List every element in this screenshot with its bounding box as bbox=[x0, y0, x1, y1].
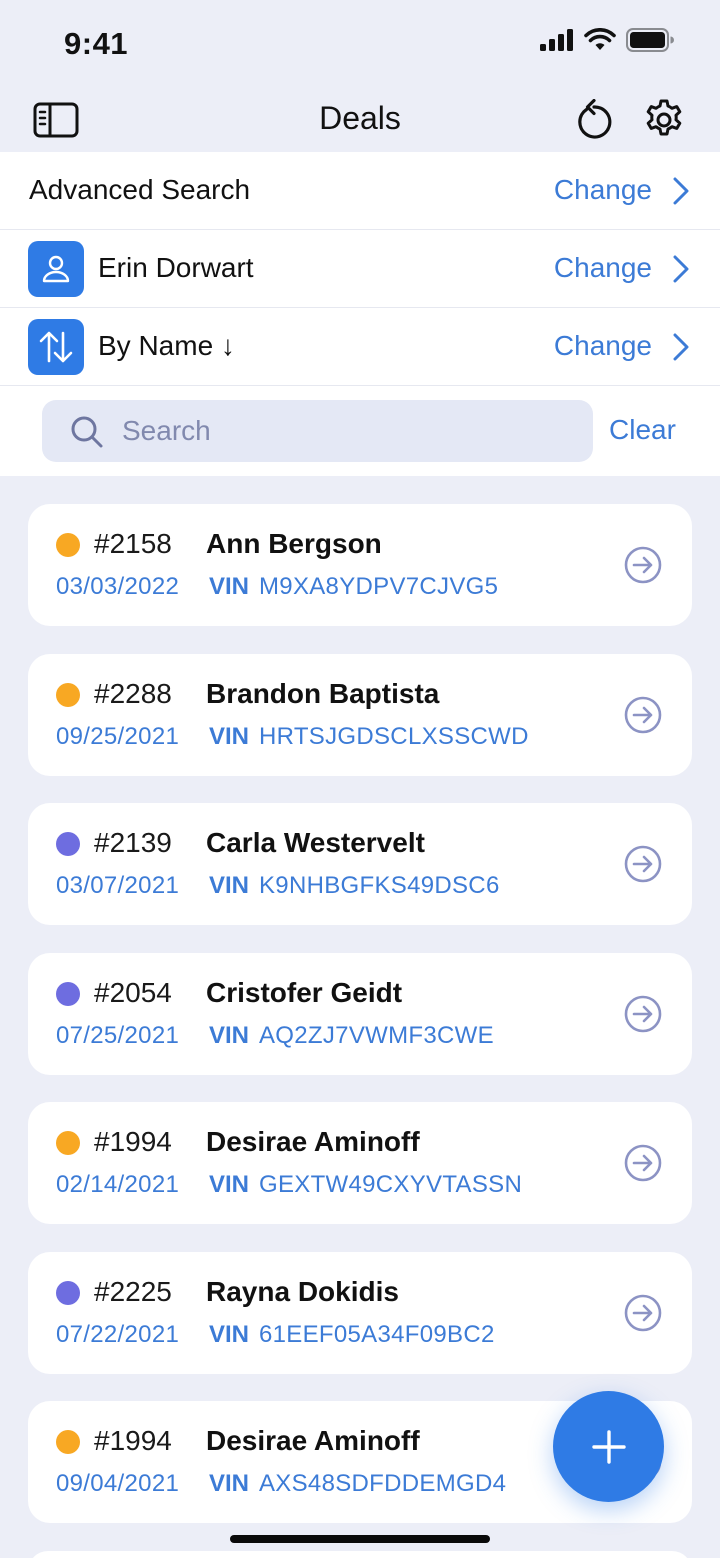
deal-number: #2054 bbox=[94, 977, 172, 1008]
gear-icon bbox=[646, 99, 682, 136]
customer-name: Desirae Aminoff bbox=[206, 1425, 420, 1456]
deal-card-partial[interactable] bbox=[28, 1551, 692, 1558]
deal-card[interactable]: #2054 Cristofer Geidt 07/25/2021 VIN AQ2… bbox=[28, 953, 692, 1075]
vin-label: VIN bbox=[209, 723, 250, 750]
status-icons bbox=[540, 28, 674, 52]
deal-date: 07/22/2021 bbox=[56, 1321, 180, 1348]
status-dot bbox=[56, 1281, 80, 1305]
advanced-search-label: Advanced Search bbox=[29, 174, 251, 205]
settings-button[interactable] bbox=[638, 94, 690, 146]
vin-label: VIN bbox=[209, 1470, 250, 1497]
nav-bar: Deals bbox=[0, 86, 720, 152]
search-icon bbox=[71, 416, 103, 448]
arrow-right-circle-icon[interactable] bbox=[624, 1144, 662, 1182]
vin-label: VIN bbox=[209, 573, 250, 600]
advanced-search-row[interactable]: Advanced Search Change bbox=[0, 152, 720, 230]
deal-card[interactable]: #1994 Desirae Aminoff 02/14/2021 VIN GEX… bbox=[28, 1102, 692, 1224]
chevron-right-icon bbox=[673, 333, 689, 361]
deal-card[interactable]: #2225 Rayna Dokidis 07/22/2021 VIN 61EEF… bbox=[28, 1252, 692, 1374]
person-icon bbox=[42, 255, 70, 283]
deal-date: 03/03/2022 bbox=[56, 573, 180, 600]
sort-filter-row[interactable]: By Name ↓ Change bbox=[0, 308, 720, 386]
status-dot bbox=[56, 832, 80, 856]
customer-name: Carla Westervelt bbox=[206, 827, 425, 858]
vin-value: HRTSJGDSCLXSSCWD bbox=[259, 723, 529, 750]
home-indicator bbox=[230, 1535, 490, 1543]
vin-value: 61EEF05A34F09BC2 bbox=[259, 1321, 495, 1348]
user-filter-change-link[interactable]: Change bbox=[554, 252, 652, 284]
vin-value: K9NHBGFKS49DSC6 bbox=[259, 872, 500, 899]
vin-label: VIN bbox=[209, 1022, 250, 1049]
status-bar: 9:41 bbox=[0, 0, 720, 86]
deal-number: #1994 bbox=[94, 1425, 172, 1456]
wifi-icon bbox=[584, 28, 616, 50]
vin-value: AQ2ZJ7VWMF3CWE bbox=[259, 1022, 494, 1049]
vin-value: AXS48SDFDDEMGD4 bbox=[259, 1470, 507, 1497]
status-dot bbox=[56, 982, 80, 1006]
deal-date: 09/25/2021 bbox=[56, 723, 180, 750]
refresh-button[interactable] bbox=[568, 94, 620, 146]
deal-number: #2139 bbox=[94, 827, 172, 858]
vin-value: GEXTW49CXYVTASSN bbox=[259, 1171, 523, 1198]
advanced-search-change-link[interactable]: Change bbox=[554, 174, 652, 206]
vin-value: M9XA8YDPV7CJVG5 bbox=[259, 573, 499, 600]
status-dot bbox=[56, 1430, 80, 1454]
status-dot bbox=[56, 533, 80, 557]
cellular-signal-icon bbox=[540, 29, 573, 51]
deal-number: #2288 bbox=[94, 678, 172, 709]
customer-name: Desirae Aminoff bbox=[206, 1126, 420, 1157]
deal-date: 07/25/2021 bbox=[56, 1022, 180, 1049]
deal-date: 03/07/2021 bbox=[56, 872, 180, 899]
clear-search-button[interactable]: Clear bbox=[609, 414, 676, 446]
deal-card[interactable]: #2158 Ann Bergson 03/03/2022 VIN M9XA8YD… bbox=[28, 504, 692, 626]
vin-label: VIN bbox=[209, 1171, 250, 1198]
arrow-right-circle-icon[interactable] bbox=[624, 1294, 662, 1332]
arrow-right-circle-icon[interactable] bbox=[624, 995, 662, 1033]
arrow-right-circle-icon[interactable] bbox=[624, 696, 662, 734]
sort-filter-label: By Name ↓ bbox=[98, 330, 235, 361]
status-dot bbox=[56, 683, 80, 707]
user-filter-badge bbox=[28, 241, 84, 297]
deal-card[interactable]: #2288 Brandon Baptista 09/25/2021 VIN HR… bbox=[28, 654, 692, 776]
sort-filter-badge bbox=[28, 319, 84, 375]
deal-number: #2225 bbox=[94, 1276, 172, 1307]
chevron-right-icon bbox=[673, 177, 689, 205]
vin-label: VIN bbox=[209, 1321, 250, 1348]
user-filter-label: Erin Dorwart bbox=[98, 252, 254, 283]
deal-date: 02/14/2021 bbox=[56, 1171, 180, 1198]
vin-label: VIN bbox=[209, 872, 250, 899]
deal-number: #2158 bbox=[94, 528, 172, 559]
sort-arrows-icon bbox=[39, 331, 73, 363]
arrow-right-circle-icon[interactable] bbox=[624, 546, 662, 584]
battery-icon bbox=[626, 28, 674, 52]
customer-name: Rayna Dokidis bbox=[206, 1276, 399, 1307]
search-field[interactable] bbox=[42, 400, 593, 462]
status-time: 9:41 bbox=[64, 26, 129, 61]
deal-number: #1994 bbox=[94, 1126, 172, 1157]
customer-name: Ann Bergson bbox=[206, 528, 382, 559]
sort-filter-change-link[interactable]: Change bbox=[554, 330, 652, 362]
customer-name: Cristofer Geidt bbox=[206, 977, 403, 1008]
search-input[interactable] bbox=[122, 400, 572, 462]
customer-name: Brandon Baptista bbox=[206, 678, 440, 709]
status-dot bbox=[56, 1131, 80, 1155]
deal-date: 09/04/2021 bbox=[56, 1470, 180, 1497]
user-filter-row[interactable]: Erin Dorwart Change bbox=[0, 230, 720, 308]
add-deal-button[interactable] bbox=[553, 1391, 664, 1502]
chevron-right-icon bbox=[673, 255, 689, 283]
arrow-right-circle-icon[interactable] bbox=[624, 845, 662, 883]
deal-card[interactable]: #2139 Carla Westervelt 03/07/2021 VIN K9… bbox=[28, 803, 692, 925]
filters-panel: Advanced Search Change Erin Dorwart Chan… bbox=[0, 152, 720, 476]
refresh-icon bbox=[578, 99, 612, 139]
plus-icon bbox=[591, 1429, 626, 1464]
